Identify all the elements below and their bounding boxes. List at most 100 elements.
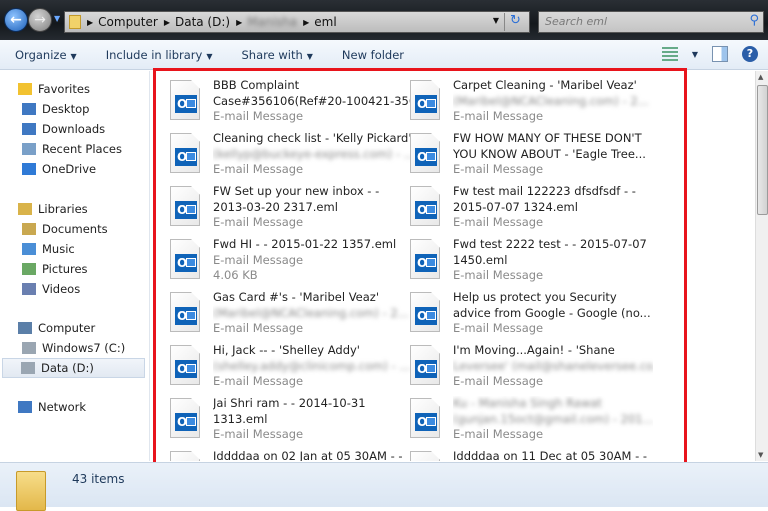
- nav-item-recent-places[interactable]: Recent Places: [22, 139, 122, 159]
- breadcrumb-label: Data (D:): [174, 15, 231, 29]
- nav-item-libraries[interactable]: Libraries: [18, 199, 88, 219]
- nav-item-downloads[interactable]: Downloads: [22, 119, 105, 139]
- nav-item-onedrive[interactable]: OneDrive: [22, 159, 96, 179]
- nav-item-windows7-c[interactable]: Windows7 (C:): [22, 338, 125, 358]
- scroll-up-icon[interactable]: ▲: [758, 73, 763, 81]
- folder-icon: [69, 15, 81, 29]
- file-name-line: Ku - Manisha Singh Rawat: [453, 396, 602, 410]
- nav-item-music[interactable]: Music: [22, 239, 75, 259]
- nav-item-computer[interactable]: Computer: [18, 318, 95, 338]
- breadcrumb-user-folder[interactable]: ▶ Manisha: [236, 15, 297, 29]
- file-type: E-mail Message: [453, 427, 544, 441]
- nav-item-label: Data (D:): [41, 361, 94, 375]
- vertical-scrollbar[interactable]: ▲ ▼: [755, 71, 768, 461]
- nav-item-label: Computer: [38, 321, 96, 335]
- file-item[interactable]: O Help us protect you Security advice from…: [410, 290, 651, 340]
- breadcrumb-computer[interactable]: ▶ Computer: [87, 15, 158, 29]
- refresh-icon[interactable]: ↻: [504, 13, 526, 31]
- outlook-icon: O: [175, 413, 197, 431]
- breadcrumb-label: Computer: [98, 15, 158, 29]
- file-name-line: 1450.eml: [453, 252, 508, 267]
- nav-item-label: Libraries: [38, 202, 88, 216]
- nav-item-label: Favorites: [38, 82, 90, 96]
- file-type: E-mail Message: [213, 374, 304, 388]
- file-item[interactable]: O Carpet Cleaning - 'Maribel Veaz' (Maribe…: [410, 78, 649, 128]
- file-name-line: advice from Google - Google (no...: [453, 305, 651, 320]
- scrollbar-thumb[interactable]: [757, 85, 768, 215]
- email-file-icon: O: [170, 133, 200, 173]
- outlook-icon: O: [415, 201, 437, 219]
- scroll-down-icon[interactable]: ▼: [758, 451, 763, 459]
- file-name-line: Hi, Jack -- - 'Shelley Addy': [213, 343, 360, 357]
- file-type: E-mail Message: [453, 374, 544, 388]
- item-count: 43 items: [72, 472, 125, 486]
- new-folder-button[interactable]: New folder: [342, 48, 404, 62]
- organize-button[interactable]: Organize ▼: [15, 48, 77, 62]
- command-bar: Organize ▼ Include in library ▼ Share with…: [0, 40, 768, 70]
- file-item[interactable]: O FW HOW MANY OF THESE DON'T YOU KNOW ABOU…: [410, 131, 646, 181]
- email-file-icon: O: [170, 239, 200, 279]
- file-item[interactable]: O Fw test mail 122223 dfsdfsdf - -2015-07…: [410, 184, 645, 234]
- file-name-line: Help us protect you Security: [453, 290, 617, 304]
- forward-button[interactable]: →: [28, 8, 52, 32]
- outlook-icon: O: [415, 95, 437, 113]
- file-item[interactable]: O FW Set up your new inbox - -2013-03-20 …: [170, 184, 405, 234]
- preview-pane-icon[interactable]: [712, 46, 728, 62]
- file-name-line: (gunjan.15oct@gmail.com) - 201...: [453, 411, 653, 426]
- file-name-line: (shelley.addy@clinicomp.com) - ...: [213, 358, 411, 373]
- change-view-icon[interactable]: [661, 47, 678, 61]
- address-dropdown[interactable]: ▼: [493, 16, 499, 25]
- file-item[interactable]: O Hi, Jack -- - 'Shelley Addy' (shelley.ad…: [170, 343, 410, 393]
- file-type: E-mail Message: [453, 109, 544, 123]
- nav-item-label: OneDrive: [42, 162, 97, 176]
- file-type: 4.06 KB: [213, 268, 258, 282]
- file-type: E-mail Message: [453, 321, 544, 335]
- outlook-icon: O: [415, 254, 437, 272]
- outlook-icon: O: [415, 360, 437, 378]
- file-item[interactable]: O Iddddaa on 11 Dec at 05 30AM - -: [410, 449, 647, 461]
- nav-item-data-d[interactable]: Data (D:): [2, 358, 145, 378]
- email-file-icon: O: [410, 345, 440, 385]
- nav-item-label: Documents: [42, 222, 108, 236]
- file-name-line: FW HOW MANY OF THESE DON'T: [453, 131, 642, 145]
- file-item[interactable]: O Jai Shri ram - - 2014-10-31 1313.eml E-ma…: [170, 396, 405, 446]
- back-button[interactable]: ←: [4, 8, 28, 32]
- address-bar[interactable]: ▶ Computer ▶ Data (D:) ▶ Manisha ▶ eml ▼ ↻: [64, 11, 530, 33]
- file-type: E-mail Message: [213, 162, 304, 176]
- nav-item-desktop[interactable]: Desktop: [22, 99, 89, 119]
- share-with-button[interactable]: Share with ▼: [242, 48, 313, 62]
- file-item[interactable]: O Fwd test 2222 test - - 2015-07-07 1450.e…: [410, 237, 647, 287]
- file-name-line: (kellyp@buckeye-express.com) - ...: [213, 146, 413, 161]
- nav-item-label: Pictures: [42, 262, 88, 276]
- outlook-icon: O: [175, 254, 197, 272]
- file-item[interactable]: O I'm Moving...Again! - 'Shane Leversee' (…: [410, 343, 653, 393]
- file-type: E-mail Message: [213, 215, 304, 229]
- nav-item-pictures[interactable]: Pictures: [22, 259, 88, 279]
- nav-item-label: Network: [38, 400, 87, 414]
- breadcrumb-eml[interactable]: ▶ eml: [303, 15, 337, 29]
- breadcrumb-data-d[interactable]: ▶ Data (D:): [164, 15, 230, 29]
- nav-item-network[interactable]: Network: [18, 397, 86, 417]
- nav-item-documents[interactable]: Documents: [22, 219, 108, 239]
- search-icon[interactable]: ⚲: [749, 13, 759, 28]
- file-item[interactable]: O Gas Card #'s - 'Maribel Veaz' (Maribel@N…: [170, 290, 409, 340]
- search-input[interactable]: Search eml ⚲: [538, 11, 764, 33]
- file-item[interactable]: O Cleaning check list - 'Kelly Pickard' (k…: [170, 131, 413, 181]
- recent-pages-dropdown[interactable]: ▼: [54, 14, 60, 23]
- nav-item-favorites[interactable]: Favorites: [18, 79, 90, 99]
- music-icon: [22, 243, 36, 255]
- outlook-icon: O: [175, 95, 197, 113]
- drive-icon: [21, 362, 35, 374]
- email-file-icon: O: [410, 398, 440, 438]
- outlook-icon: O: [415, 148, 437, 166]
- view-dropdown-icon[interactable]: ▼: [692, 50, 698, 59]
- help-icon[interactable]: ?: [742, 46, 758, 62]
- file-item[interactable]: O Ku - Manisha Singh Rawat (gunjan.15oct@g…: [410, 396, 653, 446]
- breadcrumb-label: Manisha: [247, 15, 298, 29]
- file-name-line: I'm Moving...Again! - 'Shane: [453, 343, 615, 357]
- nav-item-videos[interactable]: Videos: [22, 279, 80, 299]
- file-item[interactable]: O Iddddaa on 02 Jan at 05 30AM - -: [170, 449, 405, 461]
- include-in-library-button[interactable]: Include in library ▼: [106, 48, 213, 62]
- file-item[interactable]: O BBB Complaint Case#356106(Ref#20-100421-…: [170, 78, 413, 128]
- file-item[interactable]: O Fwd HI - - 2015-01-22 1357.eml E-mail Me…: [170, 237, 405, 287]
